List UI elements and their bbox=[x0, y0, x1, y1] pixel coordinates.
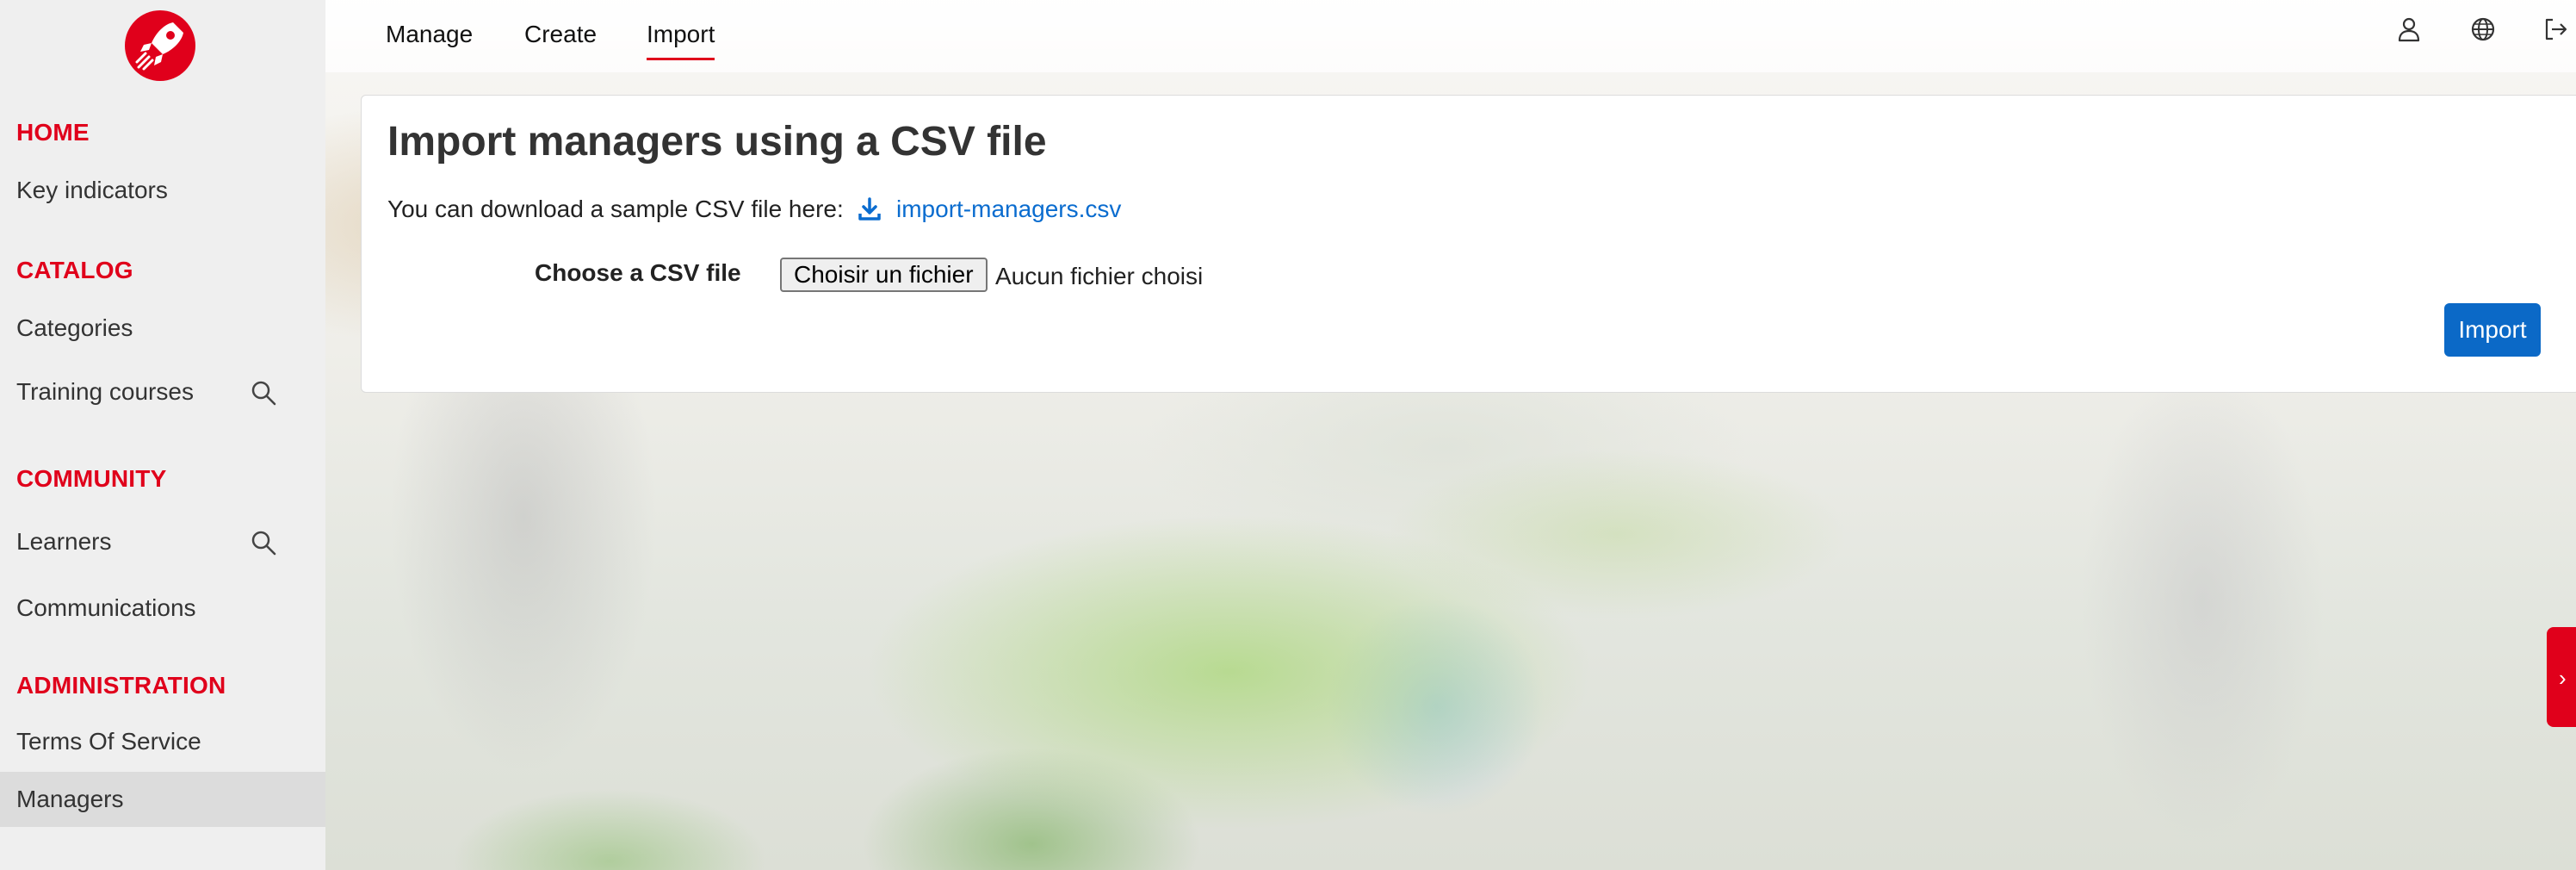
import-card: Import managers using a CSV file You can… bbox=[361, 95, 2576, 393]
section-administration: ADMINISTRATION bbox=[16, 672, 226, 699]
sidebar-item-label: Terms Of Service bbox=[16, 728, 201, 755]
tab-create[interactable]: Create bbox=[524, 21, 597, 48]
sidebar-item-label: Managers bbox=[16, 786, 124, 812]
sidebar-item-learners[interactable]: Learners bbox=[0, 514, 325, 569]
import-button[interactable]: Import bbox=[2444, 303, 2541, 357]
feedback-tab-arrow-icon: › bbox=[2559, 665, 2567, 691]
search-icon[interactable] bbox=[251, 380, 276, 406]
sidebar-item-training-courses[interactable]: Training courses bbox=[0, 364, 325, 419]
sidebar-item-key-indicators[interactable]: Key indicators bbox=[0, 163, 325, 218]
sidebar-item-label: Learners bbox=[16, 528, 112, 555]
sidebar-item-label: Key indicators bbox=[16, 177, 168, 203]
sidebar-item-managers[interactable]: Managers bbox=[0, 772, 325, 827]
user-icon[interactable] bbox=[2395, 16, 2423, 43]
sample-csv-link[interactable]: import-managers.csv bbox=[896, 196, 1121, 223]
download-icon[interactable] bbox=[857, 196, 882, 222]
choose-file-button[interactable]: Choisir un fichier bbox=[780, 258, 988, 292]
globe-icon[interactable] bbox=[2469, 16, 2497, 43]
feedback-tab[interactable]: › bbox=[2547, 627, 2576, 727]
sidebar-item-terms-of-service[interactable]: Terms Of Service bbox=[0, 714, 325, 769]
section-community: COMMUNITY bbox=[16, 465, 167, 492]
top-navigation: Manage Create Import bbox=[325, 0, 2576, 72]
sidebar-item-label: Categories bbox=[16, 314, 133, 341]
file-status: Aucun fichier choisi bbox=[995, 263, 1204, 289]
sidebar-item-label: Training courses bbox=[16, 378, 194, 405]
tab-import[interactable]: Import bbox=[647, 21, 715, 60]
section-home: HOME bbox=[16, 119, 90, 146]
choose-file-label: Choose a CSV file bbox=[535, 259, 741, 286]
page-title: Import managers using a CSV file bbox=[387, 119, 1047, 165]
sample-text: You can download a sample CSV file here: bbox=[387, 196, 844, 222]
rocket-logo[interactable] bbox=[123, 9, 197, 83]
sidebar-item-categories[interactable]: Categories bbox=[0, 301, 325, 356]
sidebar-item-communications[interactable]: Communications bbox=[0, 581, 325, 636]
search-icon[interactable] bbox=[251, 530, 276, 556]
sidebar: HOME Key indicators CATALOG Categories T… bbox=[0, 0, 325, 870]
tab-manage[interactable]: Manage bbox=[386, 21, 473, 48]
section-catalog: CATALOG bbox=[16, 257, 133, 283]
sidebar-item-label: Communications bbox=[16, 594, 196, 621]
logout-icon[interactable] bbox=[2542, 16, 2569, 43]
